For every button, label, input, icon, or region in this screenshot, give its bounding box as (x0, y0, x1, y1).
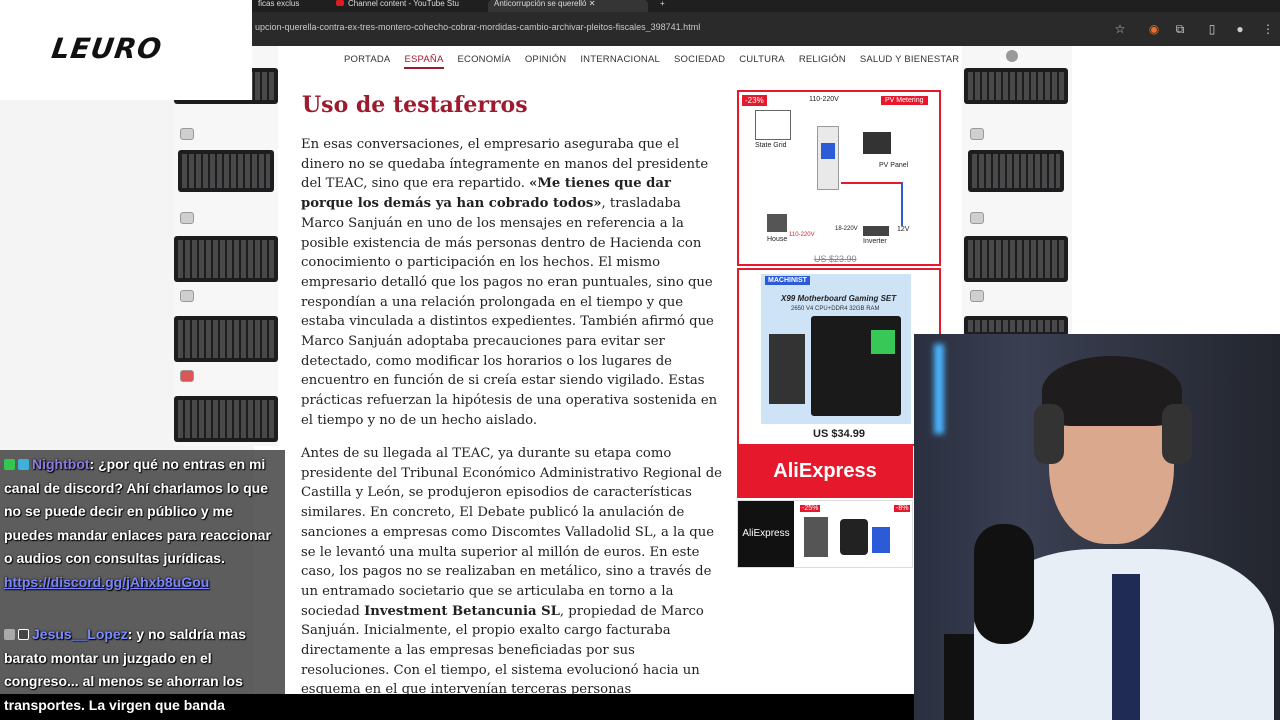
stream-logo: LEURO (49, 32, 165, 65)
voltage-label: 110-220V (809, 96, 839, 103)
article-paragraph-1: En esas conversaciones, el empresario as… (301, 137, 718, 428)
webcam-overlay (914, 334, 1280, 720)
article-subheading: Uso de testaferros (302, 92, 528, 118)
chat-username: Nightbot (32, 456, 90, 472)
panel-label: PV Panel (879, 162, 909, 169)
house-label: House (767, 236, 788, 243)
chat-message-2: Jesus__Lopez: y no saldría mas barato mo… (4, 623, 282, 694)
house-icon (767, 214, 787, 232)
stream-chat-overlay: Nightbot: ¿por qué no entras en mi canal… (0, 450, 285, 695)
keyboard-ad-image (178, 150, 274, 192)
ad-price: US $34.99 (813, 428, 865, 440)
extension-icon[interactable]: ◉ (1146, 21, 1162, 37)
company-name: Investment Betancunia SL (364, 603, 560, 619)
tape-image (840, 519, 868, 555)
motherboard-image: MACHINIST X99 Motherboard Gaming SET 265… (761, 274, 911, 424)
discount-badge: -8% (894, 505, 911, 512)
keycap-icon (970, 212, 984, 224)
chat-ticker: transportes. La virgen que banda (0, 694, 914, 720)
brand-label: MACHINIST (765, 276, 810, 285)
menu-kebab-icon[interactable]: ⋮ (1260, 21, 1276, 37)
keyboard-ad-image (964, 68, 1068, 104)
voltage-label: 110-220V (789, 232, 815, 238)
adchoices-icon[interactable] (1006, 50, 1018, 62)
keyboard-ad-image (964, 236, 1068, 282)
chat-link[interactable]: https://discord.gg/jAhxb8uGou (4, 574, 209, 590)
left-ad-rail[interactable] (174, 46, 278, 446)
profile-avatar[interactable]: ● (1232, 21, 1248, 37)
nav-salud[interactable]: SALUD Y BIENESTAR (860, 54, 960, 69)
bookmark-star-icon[interactable]: ☆ (1112, 21, 1128, 37)
mod-badge-icon (4, 459, 15, 470)
keyboard-ad-image (964, 316, 1068, 336)
ad-price: US $23.90 (814, 254, 857, 264)
discount-badge: -25% (800, 505, 821, 512)
ad-motherboard[interactable]: MACHINIST X99 Motherboard Gaming SET 265… (737, 268, 941, 446)
crane-image (804, 517, 828, 557)
voltage-label: 18-220V (835, 226, 858, 232)
discount-badge: -23% (742, 95, 767, 106)
product-image (872, 527, 890, 553)
nav-opinion[interactable]: OPINIÓN (525, 54, 567, 69)
aliexpress-banner[interactable]: AliExpress (737, 446, 913, 498)
nav-espana[interactable]: ESPAÑA (404, 54, 444, 69)
neon-light (934, 344, 944, 434)
nav-internacional[interactable]: INTERNACIONAL (580, 54, 660, 69)
pylon-icon (755, 110, 791, 140)
product-subtitle: 2650 V4 CPU+DDR4 32GB RAM (791, 306, 880, 312)
stream-logo-box: LEURO (0, 0, 252, 100)
tab-active-article[interactable]: Anticorrupción se querelló ✕ (488, 0, 648, 12)
inverter-icon (863, 226, 889, 236)
pv-metering-label: PV Metering (881, 96, 928, 105)
ad-pv-meter[interactable]: -23% 110-220V PV Metering State Grid PV … (737, 90, 941, 266)
close-icon (18, 629, 29, 640)
article-paragraph-2: Antes de su llegada al TEAC, ya durante … (301, 446, 722, 698)
section-nav: PORTADA ESPAÑA ECONOMÍA OPINIÓN INTERNAC… (344, 54, 973, 69)
nav-sociedad[interactable]: SOCIEDAD (674, 54, 725, 69)
mic-arm (944, 634, 974, 720)
keycap-icon (970, 128, 984, 140)
tie (1112, 574, 1140, 720)
voltage-label: 12V (897, 226, 910, 233)
keyboard-ad-image (174, 316, 278, 362)
keyboard-ad-image (968, 150, 1064, 192)
keycap-icon (970, 290, 984, 302)
youtube-icon (336, 0, 344, 6)
product-title: X99 Motherboard Gaming SET (781, 294, 897, 303)
chat-username: Jesus__Lopez (32, 626, 128, 642)
nav-religion[interactable]: RELIGIÓN (799, 54, 846, 69)
aliexpress-logo: AliExpress (738, 501, 794, 567)
meter-device (817, 126, 839, 190)
nav-portada[interactable]: PORTADA (344, 54, 390, 69)
solar-panel-icon (863, 132, 891, 154)
keycap-icon (180, 128, 194, 140)
chat-message-1: Nightbot: ¿por qué no entras en mi canal… (4, 453, 282, 594)
new-tab-button[interactable]: + (654, 0, 668, 12)
user-badge-icon (4, 629, 15, 640)
extensions-puzzle-icon[interactable]: ⧉ (1172, 21, 1188, 37)
inverter-label: Inverter (863, 238, 887, 245)
nav-economia[interactable]: ECONOMÍA (458, 54, 511, 69)
sidebar-icon[interactable]: ▯ (1204, 21, 1220, 37)
keycap-icon (180, 290, 194, 302)
ad-aliexpress-strip[interactable]: AliExpress -25% -8% (737, 500, 913, 568)
grid-label: State Grid (755, 142, 787, 149)
keycap-icon (180, 212, 194, 224)
close-tab-icon[interactable]: ✕ (589, 0, 596, 8)
verified-badge-icon (18, 459, 29, 470)
url-field[interactable]: upcion-querella-contra-ex-tres-montero-c… (255, 22, 1105, 32)
nav-cultura[interactable]: CULTURA (739, 54, 785, 69)
tab-1[interactable]: ficas exclus (252, 0, 322, 12)
chat-text: : ¿por qué no entras en mi canal de disc… (4, 456, 271, 566)
headphones-icon (1162, 404, 1192, 464)
keycap-icon (180, 370, 194, 382)
tab-youtube-studio[interactable]: Channel content - YouTube Stu (330, 0, 480, 12)
headphones-icon (1034, 404, 1064, 464)
keyboard-ad-image (174, 236, 278, 282)
right-ad-rail[interactable] (962, 46, 1072, 336)
microphone-icon (974, 524, 1034, 644)
keyboard-ad-image (174, 396, 278, 442)
